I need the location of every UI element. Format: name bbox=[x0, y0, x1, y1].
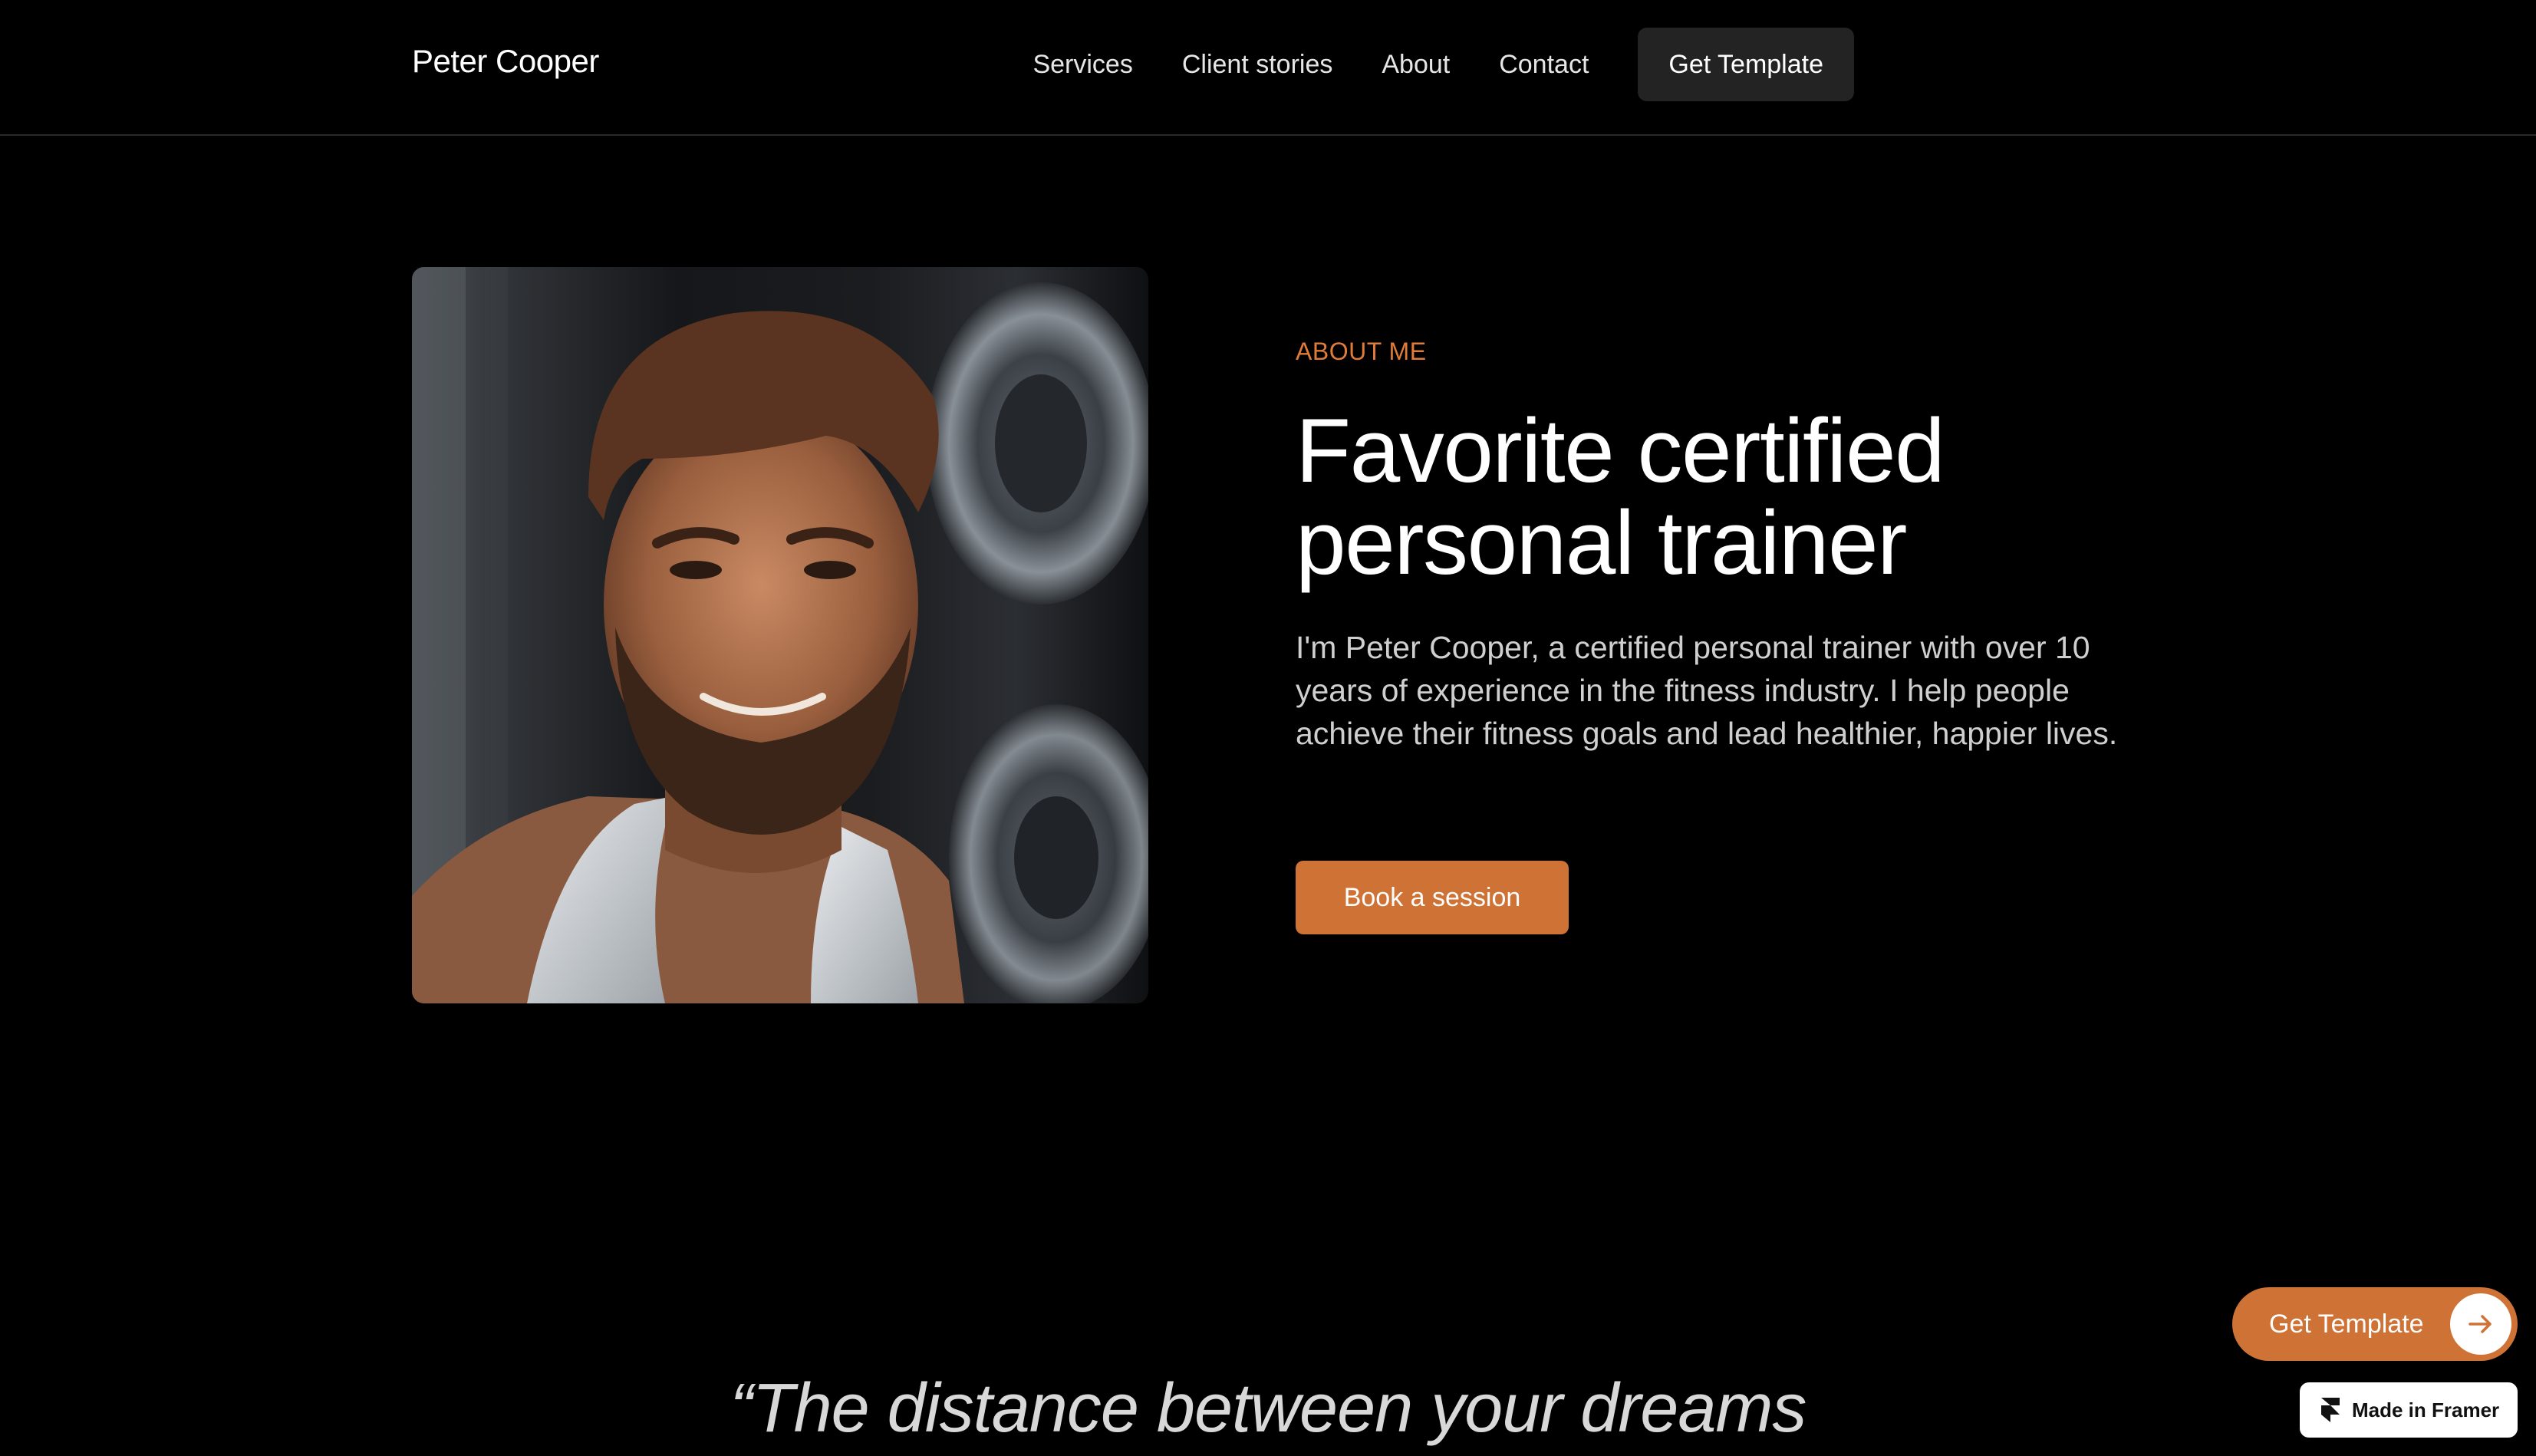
arrow-right-icon bbox=[2450, 1293, 2511, 1355]
hero-headline: Favorite certified personal trainer bbox=[1296, 405, 2185, 589]
made-in-framer-badge[interactable]: Made in Framer bbox=[2300, 1382, 2518, 1438]
hero-description: I'm Peter Cooper, a certified personal t… bbox=[1296, 630, 2118, 751]
top-nav: Peter Cooper Services Client stories Abo… bbox=[0, 0, 2536, 136]
nav-link-contact[interactable]: Contact bbox=[1499, 50, 1589, 80]
hero-headline-line-1: Favorite certified bbox=[1296, 400, 1945, 502]
nav-link-about[interactable]: About bbox=[1382, 50, 1450, 80]
nav-links: Services Client stories About Contact Ge… bbox=[1033, 28, 1854, 101]
brand-name[interactable]: Peter Cooper bbox=[412, 43, 599, 80]
book-session-button[interactable]: Book a session bbox=[1296, 861, 1569, 934]
nav-link-services[interactable]: Services bbox=[1033, 50, 1132, 80]
page: Peter Cooper Services Client stories Abo… bbox=[0, 0, 2536, 1456]
floating-cta-label: Get Template bbox=[2269, 1309, 2424, 1339]
nav-link-client-stories[interactable]: Client stories bbox=[1182, 50, 1333, 80]
section-eyebrow: ABOUT ME bbox=[1296, 338, 1427, 365]
get-template-button[interactable]: Get Template bbox=[1638, 28, 1854, 101]
hero-headline-line-2: personal trainer bbox=[1296, 492, 1907, 594]
framer-badge-label: Made in Framer bbox=[2352, 1398, 2500, 1421]
trainer-portrait bbox=[412, 267, 1148, 1003]
portrait-illustration bbox=[412, 267, 1148, 1003]
framer-logo-icon bbox=[2321, 1398, 2340, 1422]
testimonial-quote: “The distance between your dreams bbox=[730, 1370, 1807, 1447]
floating-get-template-button[interactable]: Get Template bbox=[2232, 1287, 2518, 1361]
